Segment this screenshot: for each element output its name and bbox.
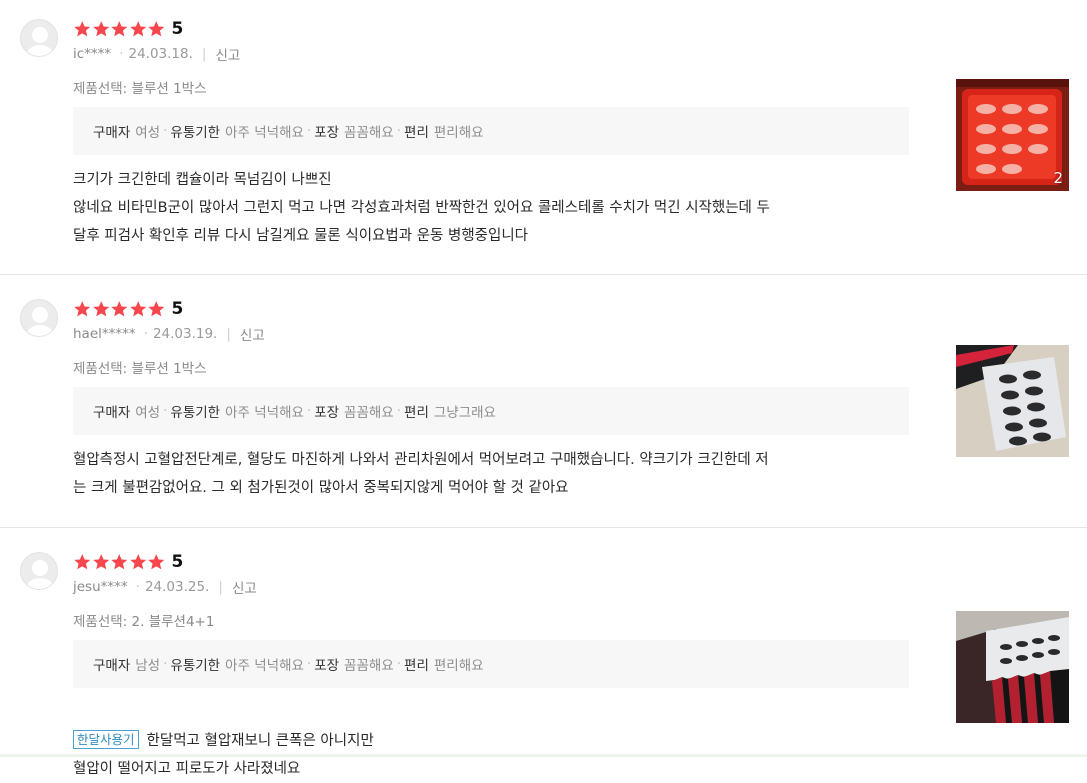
review-photo-thumbnail[interactable]: 2 [956,79,1069,191]
review-date: 24.03.25. [144,579,210,595]
star-icon [92,554,109,570]
report-link[interactable]: 신고 [215,44,240,64]
attr-separator: · [163,403,168,419]
review-attributes: 구매자 여성 · 유통기한 아주 넉넉해요 · 포장 꼼꼼해요 · 편리 그냥그래요 [73,387,909,435]
star-icon [92,301,109,317]
review-meta: jesu**** · 24.03.25. | 신고 [73,577,257,597]
product-option: 제품선택: 블루션 1박스 [73,361,207,377]
attr-key: 포장 [314,125,340,141]
meta-dot: · [135,579,140,595]
review-meta: ic**** · 24.03.18. | 신고 [73,44,240,64]
star-icon [148,301,165,317]
star-icon [74,21,91,37]
review-date: 24.03.19. [152,326,218,342]
attr-key: 포장 [314,658,340,674]
product-boxes-photo [956,611,1069,723]
stars [73,553,166,571]
attr-value: 여성 [135,405,161,421]
attr-value: 남성 [135,658,161,674]
attr-value: 그냥그래요 [433,405,496,421]
attr-value: 편리해요 [433,125,484,141]
attr-separator: · [396,123,402,139]
star-icon [111,301,128,317]
reviewer-id: hael***** [73,326,136,342]
attr-value: 꼼꼼해요 [344,125,394,141]
reviewer-id: jesu**** [73,579,128,595]
photo-count-badge: 2 [1053,169,1063,187]
star-icon [74,554,91,570]
report-link[interactable]: 신고 [232,577,257,597]
attr-key: 편리 [404,658,429,674]
attr-key: 구매자 [93,658,131,674]
review-item: 5 jesu**** · 24.03.25. | 신고 제품선택: 2. 블루션… [0,528,1087,777]
report-link[interactable]: 신고 [240,324,265,344]
star-icon [92,21,109,37]
rating-score: 5 [171,552,184,572]
attr-value: 아주 넉넉해요 [225,405,304,421]
one-month-usage-tag: 한달사용기 [73,730,139,749]
attr-key: 유통기한 [170,658,221,674]
star-rating: 5 [73,19,183,39]
star-icon [111,21,128,37]
meta-divider: | [226,326,231,342]
review-photo-thumbnail[interactable] [956,345,1069,457]
avatar[interactable] [20,299,58,337]
stars [73,300,166,318]
attr-separator: · [306,403,312,419]
review-text: 한달사용기 한달먹고 혈압재보니 큰폭은 아니지만 혈압이 떨어지고 피로도가 사… [73,699,913,783]
meta-divider: | [201,46,207,62]
meta-dot: · [143,326,148,342]
attr-key: 구매자 [93,405,131,421]
attr-separator: · [396,403,402,419]
review-date: 24.03.18. [128,46,193,62]
attr-value: 꼼꼼해요 [344,658,394,674]
review-item: 5 hael***** · 24.03.19. | 신고 제품선택: 블루션 1… [0,275,1087,528]
attr-value: 여성 [135,125,161,141]
star-icon [74,301,91,317]
attr-key: 유통기한 [170,405,221,421]
meta-divider: | [218,579,223,595]
attr-value: 꼼꼼해요 [344,405,394,421]
attr-key: 포장 [314,405,340,421]
review-text: 혈압측정시 고혈압전단계로, 혈당도 마진하게 나와서 관리차원에서 먹어보려고… [73,452,769,496]
reviewer-id: ic**** [73,46,112,62]
avatar[interactable] [20,19,58,57]
review-meta: hael***** · 24.03.19. | 신고 [73,324,265,344]
attr-separator: · [306,123,312,139]
attr-separator: · [163,123,168,139]
review-text: 크기가 크긴한데 캡슐이라 목넘김이 나쁘진 않네요 비타민B군이 많아서 그런… [73,172,770,244]
star-rating: 5 [73,299,183,319]
product-option: 제품선택: 블루션 1박스 [73,81,207,97]
star-icon [129,301,146,317]
attr-key: 구매자 [93,125,131,141]
capsule-blister-photo [956,345,1069,457]
attr-key: 편리 [404,405,429,421]
review-attributes: 구매자 여성 · 유통기한 아주 넉넉해요 · 포장 꼼꼼해요 · 편리 편리해요 [73,107,909,155]
attr-separator: · [306,656,312,672]
rating-score: 5 [171,299,184,319]
attr-separator: · [163,656,168,672]
review-item: 5 ic**** · 24.03.18. | 신고 제품선택: 블루션 1박스 … [0,0,1087,275]
star-rating: 5 [73,552,183,572]
attr-key: 편리 [404,125,429,141]
review-photo-thumbnail[interactable] [956,611,1069,723]
stars [73,20,166,38]
attr-key: 유통기한 [170,125,221,141]
product-option: 제품선택: 2. 블루션4+1 [73,614,215,630]
attr-value: 아주 넉넉해요 [225,658,304,674]
star-icon [129,554,146,570]
meta-dot: · [119,46,124,62]
star-icon [148,554,165,570]
star-icon [148,21,165,37]
avatar[interactable] [20,552,58,590]
rating-score: 5 [171,19,184,39]
review-attributes: 구매자 남성 · 유통기한 아주 넉넉해요 · 포장 꼼꼼해요 · 편리 편리해요 [73,640,909,688]
attr-separator: · [396,656,402,672]
attr-value: 편리해요 [433,658,484,674]
attr-value: 아주 넉넉해요 [225,125,304,141]
star-icon [111,554,128,570]
star-icon [129,21,146,37]
